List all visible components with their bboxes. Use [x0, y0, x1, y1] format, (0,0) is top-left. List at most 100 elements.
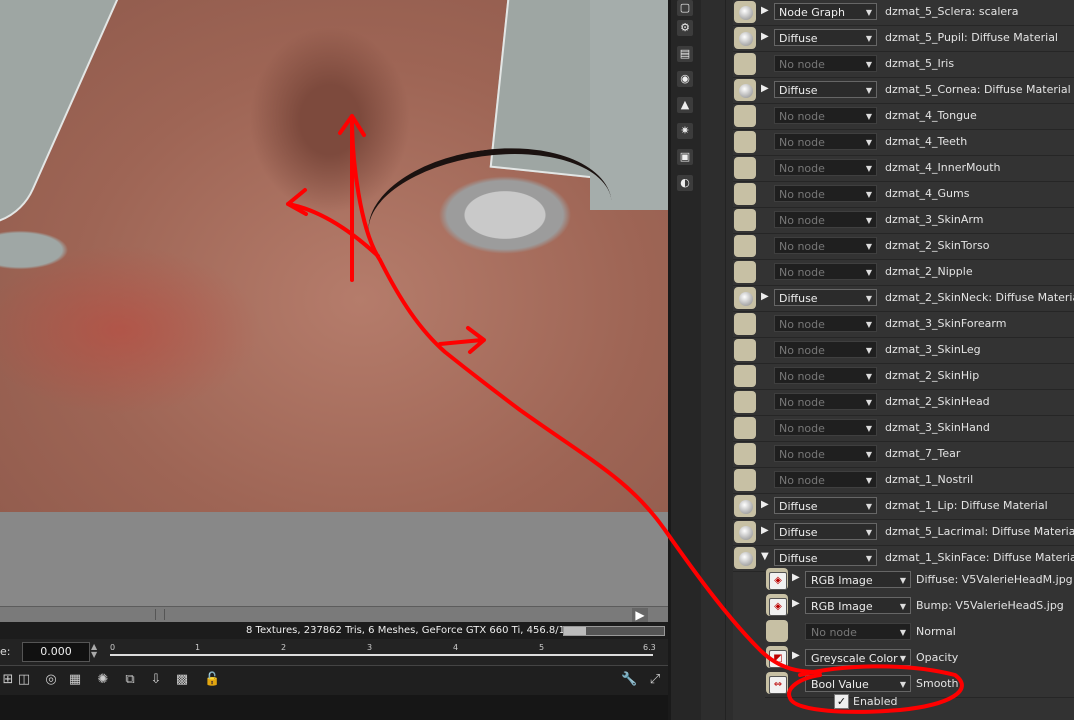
database-icon[interactable]: ◉ [677, 71, 693, 87]
param-swatch[interactable] [766, 620, 788, 642]
param-row[interactable]: ◈ ▶ RGB Image ▼ Bump: V5ValerieHeadS.jpg [765, 593, 1074, 620]
material-swatch[interactable] [734, 495, 756, 517]
shader-dropdown[interactable]: No node ▼ [774, 393, 877, 410]
timeline-ruler[interactable] [110, 654, 653, 656]
expand-arrow-icon[interactable]: ▶ [792, 572, 800, 583]
param-swatch[interactable]: ◈ [766, 568, 788, 590]
material-row[interactable]: ▶ Diffuse ▼ dzmat_5_Pupil: Diffuse Material [733, 26, 1074, 52]
light-icon[interactable]: ✷ [677, 123, 693, 139]
material-swatch[interactable] [734, 313, 756, 335]
timeline[interactable]: e: 0.000 ▲ ▼ 0 1 2 3 4 5 6.3 [0, 639, 668, 665]
frame-input[interactable]: 0.000 [22, 642, 90, 662]
3d-viewport[interactable] [0, 0, 668, 512]
expand-arrow-icon[interactable]: ▶ [761, 83, 769, 94]
shader-dropdown[interactable]: Diffuse ▼ [774, 289, 877, 306]
spinner-icon[interactable]: ✺ [95, 672, 111, 688]
image-icon[interactable]: ▲ [677, 97, 693, 113]
shader-dropdown[interactable]: No node ▼ [774, 237, 877, 254]
material-swatch[interactable] [734, 157, 756, 179]
shader-dropdown[interactable]: Diffuse ▼ [774, 29, 877, 46]
expand-arrow-icon[interactable]: ▶ [761, 291, 769, 302]
material-swatch[interactable] [734, 1, 756, 23]
material-swatch[interactable] [734, 391, 756, 413]
material-row[interactable]: ▶ Diffuse ▼ dzmat_5_Lacrimal: Diffuse Mater… [733, 520, 1074, 546]
expand-arrow-icon[interactable]: ▶ [761, 499, 769, 510]
material-swatch[interactable] [734, 521, 756, 543]
shader-dropdown[interactable]: Node Graph ▼ [774, 3, 877, 20]
material-row[interactable]: No node ▼ dzmat_2_SkinTorso [733, 234, 1074, 260]
shader-dropdown[interactable]: Diffuse ▼ [774, 497, 877, 514]
material-row[interactable]: No node ▼ dzmat_4_InnerMouth [733, 156, 1074, 182]
paste-icon[interactable]: ⇩ [148, 672, 164, 688]
param-dropdown[interactable]: Bool Value ▼ [805, 675, 911, 692]
shader-dropdown[interactable]: No node ▼ [774, 159, 877, 176]
shader-dropdown[interactable]: Diffuse ▼ [774, 523, 877, 540]
shader-dropdown[interactable]: No node ▼ [774, 107, 877, 124]
object-icon[interactable]: ▢ [677, 0, 693, 16]
shader-dropdown[interactable]: No node ▼ [774, 263, 877, 280]
param-dropdown[interactable]: RGB Image ▼ [805, 571, 911, 588]
enabled-checkbox[interactable]: ✓ [834, 694, 849, 709]
param-dropdown[interactable]: RGB Image ▼ [805, 597, 911, 614]
align-icon[interactable]: ⊞ [0, 672, 16, 688]
expand-icon[interactable]: ⤢ [647, 672, 663, 688]
expand-arrow-icon[interactable]: ▶ [761, 525, 769, 536]
shader-dropdown[interactable]: No node ▼ [774, 471, 877, 488]
shader-dropdown[interactable]: No node ▼ [774, 315, 877, 332]
viewport-scrollbar[interactable]: ▶ [0, 606, 668, 623]
material-row[interactable]: No node ▼ dzmat_4_Tongue [733, 104, 1074, 130]
material-swatch[interactable] [734, 469, 756, 491]
material-swatch[interactable] [734, 183, 756, 205]
param-row[interactable]: ◩ ▶ Greyscale Color ▼ Opacity [765, 645, 1074, 672]
material-row[interactable]: ▶ Node Graph ▼ dzmat_5_Sclera: scalera [733, 0, 1074, 26]
frame-stepper[interactable]: ▲ ▼ [91, 643, 97, 659]
material-swatch[interactable] [734, 287, 756, 309]
material-swatch[interactable] [734, 417, 756, 439]
param-row[interactable]: ◈ ▶ RGB Image ▼ Diffuse: V5ValerieHeadM.jpg [765, 567, 1074, 594]
material-row[interactable]: No node ▼ dzmat_2_Nipple [733, 260, 1074, 286]
material-row[interactable]: No node ▼ dzmat_3_SkinArm [733, 208, 1074, 234]
material-swatch[interactable] [734, 443, 756, 465]
expand-arrow-icon[interactable]: ▶ [761, 31, 769, 42]
material-swatch[interactable] [734, 209, 756, 231]
material-icon[interactable]: ◐ [677, 175, 693, 191]
param-dropdown[interactable]: Greyscale Color ▼ [805, 649, 911, 666]
frame-icon[interactable]: ◎ [43, 672, 59, 688]
param-swatch[interactable]: ◩ [766, 646, 788, 668]
scroll-grip[interactable] [155, 609, 165, 620]
material-row[interactable]: No node ▼ dzmat_3_SkinHand [733, 416, 1074, 442]
material-swatch[interactable] [734, 27, 756, 49]
shader-dropdown[interactable]: Diffuse ▼ [774, 549, 877, 566]
material-row[interactable]: No node ▼ dzmat_7_Tear [733, 442, 1074, 468]
shader-dropdown[interactable]: Diffuse ▼ [774, 81, 877, 98]
progress-icon[interactable]: ▦ [67, 672, 83, 688]
param-swatch[interactable]: ◈ [766, 594, 788, 616]
layer-icon[interactable]: ▤ [677, 46, 693, 62]
material-row[interactable]: No node ▼ dzmat_4_Gums [733, 182, 1074, 208]
shader-dropdown[interactable]: No node ▼ [774, 211, 877, 228]
shader-dropdown[interactable]: No node ▼ [774, 419, 877, 436]
material-swatch[interactable] [734, 131, 756, 153]
expand-arrow-icon[interactable]: ▶ [792, 598, 800, 609]
expand-arrow-icon[interactable]: ▶ [792, 650, 800, 661]
shader-dropdown[interactable]: No node ▼ [774, 341, 877, 358]
material-row[interactable]: ▶ Diffuse ▼ dzmat_2_SkinNeck: Diffuse Mater… [733, 286, 1074, 312]
material-swatch[interactable] [734, 235, 756, 257]
material-swatch[interactable] [734, 79, 756, 101]
param-dropdown[interactable]: No node ▼ [805, 623, 911, 640]
material-row[interactable]: No node ▼ dzmat_3_SkinLeg [733, 338, 1074, 364]
material-row[interactable]: No node ▼ dzmat_2_SkinHead [733, 390, 1074, 416]
material-swatch[interactable] [734, 261, 756, 283]
material-swatch[interactable] [734, 105, 756, 127]
shader-dropdown[interactable]: No node ▼ [774, 55, 877, 72]
param-swatch[interactable]: ⇔ [766, 672, 788, 694]
render-icon[interactable]: ◫ [16, 672, 32, 688]
material-row[interactable]: No node ▼ dzmat_2_SkinHip [733, 364, 1074, 390]
shader-dropdown[interactable]: No node ▼ [774, 367, 877, 384]
render-settings-icon[interactable]: ▣ [677, 149, 693, 165]
lock-icon[interactable]: 🔓 [204, 672, 220, 688]
param-row[interactable]: No node ▼ Normal [765, 619, 1074, 646]
copy-icon[interactable]: ⧉ [122, 672, 138, 688]
material-swatch[interactable] [734, 365, 756, 387]
material-swatch[interactable] [734, 339, 756, 361]
